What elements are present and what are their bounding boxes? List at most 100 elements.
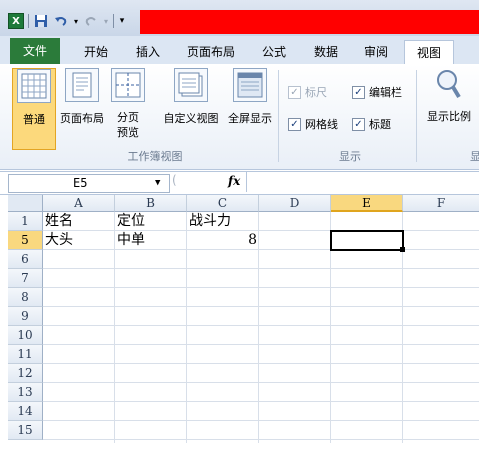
headings-checkbox[interactable]: ✓ 标题 <box>352 116 391 132</box>
custom-views-label: 自定义视图 <box>163 112 219 125</box>
normal-view-button[interactable]: 普通 <box>12 68 56 150</box>
row-header-1[interactable]: 1 <box>8 212 43 231</box>
separator <box>28 14 29 28</box>
tab-data[interactable]: 数据 <box>306 40 346 64</box>
group-separator <box>278 70 279 162</box>
page-break-preview-icon <box>111 68 145 102</box>
page-layout-view-label: 页面布局 <box>60 112 104 125</box>
customize-qat-icon[interactable]: ▾ <box>118 13 126 29</box>
page-break-preview-button[interactable]: 分页 预览 <box>110 68 146 140</box>
name-box[interactable]: E5 ▼ <box>8 174 170 193</box>
workbook-views-group-label: 工作簿视图 <box>127 150 183 163</box>
row-header-15[interactable]: 15 <box>8 421 43 440</box>
tab-insert[interactable]: 插入 <box>128 40 168 64</box>
ruler-checkbox[interactable]: ✓ 标尺 <box>288 84 327 100</box>
chevron-down-icon[interactable]: ▼ <box>155 175 160 192</box>
name-box-value: E5 <box>73 176 88 190</box>
row-header-13[interactable]: 13 <box>8 383 43 402</box>
ruler-check-box[interactable]: ✓ <box>288 85 301 99</box>
insert-function-icon[interactable]: fx <box>228 174 240 188</box>
select-all-corner[interactable] <box>8 195 43 212</box>
ribbon-view: 普通 页面布局 分页 预览 自定义视图 全屏显示 工作簿视图 ✓ 标尺 ✓ 编辑… <box>0 64 479 170</box>
cell-c5[interactable]: 8 <box>187 231 259 249</box>
gridline <box>43 249 479 250</box>
worksheet-grid[interactable]: A B C D E F 1 5 6 7 8 9 10 11 12 13 14 1… <box>8 195 479 443</box>
tab-home[interactable]: 开始 <box>76 40 116 64</box>
title-bar: X ▾ ▾ ▾ <box>0 0 479 36</box>
formula-bar-label: 编辑栏 <box>369 86 402 99</box>
row-header-12[interactable]: 12 <box>8 364 43 383</box>
full-screen-icon <box>233 68 267 102</box>
page-layout-view-button[interactable]: 页面布局 <box>56 68 108 126</box>
column-header-f[interactable]: F <box>403 195 479 212</box>
tab-file[interactable]: 文件 <box>10 38 60 64</box>
row-header-6[interactable]: 6 <box>8 250 43 269</box>
gridline <box>43 439 479 440</box>
zoom-button[interactable]: 显示比例 <box>422 68 476 124</box>
cell-b5[interactable]: 中单 <box>115 231 187 249</box>
cell-c1[interactable]: 战斗力 <box>187 212 259 230</box>
ribbon-tabs: 文件 开始 插入 页面布局 公式 数据 审阅 视图 <box>0 36 479 66</box>
row-header-10[interactable]: 10 <box>8 326 43 345</box>
zoom-group-label: 显 <box>470 150 479 163</box>
undo-dropdown-icon[interactable]: ▾ <box>73 13 79 29</box>
save-icon[interactable] <box>33 13 49 29</box>
tab-review[interactable]: 审阅 <box>356 40 396 64</box>
gridline <box>43 382 479 383</box>
row-header-14[interactable]: 14 <box>8 402 43 421</box>
cell-b1[interactable]: 定位 <box>115 212 187 230</box>
quick-access-toolbar: X ▾ ▾ ▾ <box>8 10 126 32</box>
column-header-c[interactable]: C <box>187 195 259 212</box>
full-screen-label: 全屏显示 <box>228 112 272 125</box>
gridline <box>43 401 479 402</box>
bottom-margin <box>0 443 479 456</box>
formula-bar: E5 ▼ ( fx <box>0 171 479 195</box>
gridlines-label: 网格线 <box>305 118 338 131</box>
row-header-9[interactable]: 9 <box>8 307 43 326</box>
fill-handle[interactable] <box>400 247 405 252</box>
row-header-8[interactable]: 8 <box>8 288 43 307</box>
ruler-label: 标尺 <box>305 86 327 99</box>
full-screen-button[interactable]: 全屏显示 <box>224 68 276 126</box>
separator <box>113 14 114 28</box>
cell-a5[interactable]: 大头 <box>43 231 115 249</box>
headings-check-box[interactable]: ✓ <box>352 117 365 131</box>
zoom-label: 显示比例 <box>427 110 471 123</box>
column-header-b[interactable]: B <box>115 195 187 212</box>
gridline <box>43 363 479 364</box>
column-header-d[interactable]: D <box>259 195 331 212</box>
gridlines-checkbox[interactable]: ✓ 网格线 <box>288 116 338 132</box>
formula-input[interactable] <box>246 172 479 192</box>
tab-page-layout[interactable]: 页面布局 <box>180 40 242 64</box>
row-header-11[interactable]: 11 <box>8 345 43 364</box>
normal-view-label: 普通 <box>23 113 45 126</box>
excel-app-icon[interactable]: X <box>8 13 24 29</box>
redo-icon[interactable] <box>83 13 99 29</box>
redo-dropdown-icon[interactable]: ▾ <box>103 13 109 29</box>
gridline <box>43 420 479 421</box>
tab-view[interactable]: 视图 <box>404 40 454 66</box>
formula-bar-check-box[interactable]: ✓ <box>352 85 365 99</box>
column-header-a[interactable]: A <box>43 195 115 212</box>
gridline <box>43 287 479 288</box>
normal-view-icon <box>17 69 51 103</box>
gridline <box>43 344 479 345</box>
magnifier-icon <box>433 68 465 100</box>
undo-icon[interactable] <box>53 13 69 29</box>
custom-views-icon <box>174 68 208 102</box>
show-group-label: 显示 <box>339 150 361 163</box>
group-separator <box>416 70 417 162</box>
gridline <box>43 268 479 269</box>
page-layout-view-icon <box>65 68 99 102</box>
gridlines-check-box[interactable]: ✓ <box>288 117 301 131</box>
column-header-e[interactable]: E <box>331 195 403 212</box>
cancel-icon[interactable]: ( <box>172 173 186 191</box>
cell-a1[interactable]: 姓名 <box>43 212 115 230</box>
formula-bar-checkbox[interactable]: ✓ 编辑栏 <box>352 84 402 100</box>
tab-formulas[interactable]: 公式 <box>254 40 294 64</box>
row-header-7[interactable]: 7 <box>8 269 43 288</box>
active-cell-e5[interactable] <box>330 230 404 251</box>
title-redaction-bar <box>140 10 479 34</box>
row-header-5[interactable]: 5 <box>8 231 43 250</box>
custom-views-button[interactable]: 自定义视图 <box>160 68 222 126</box>
